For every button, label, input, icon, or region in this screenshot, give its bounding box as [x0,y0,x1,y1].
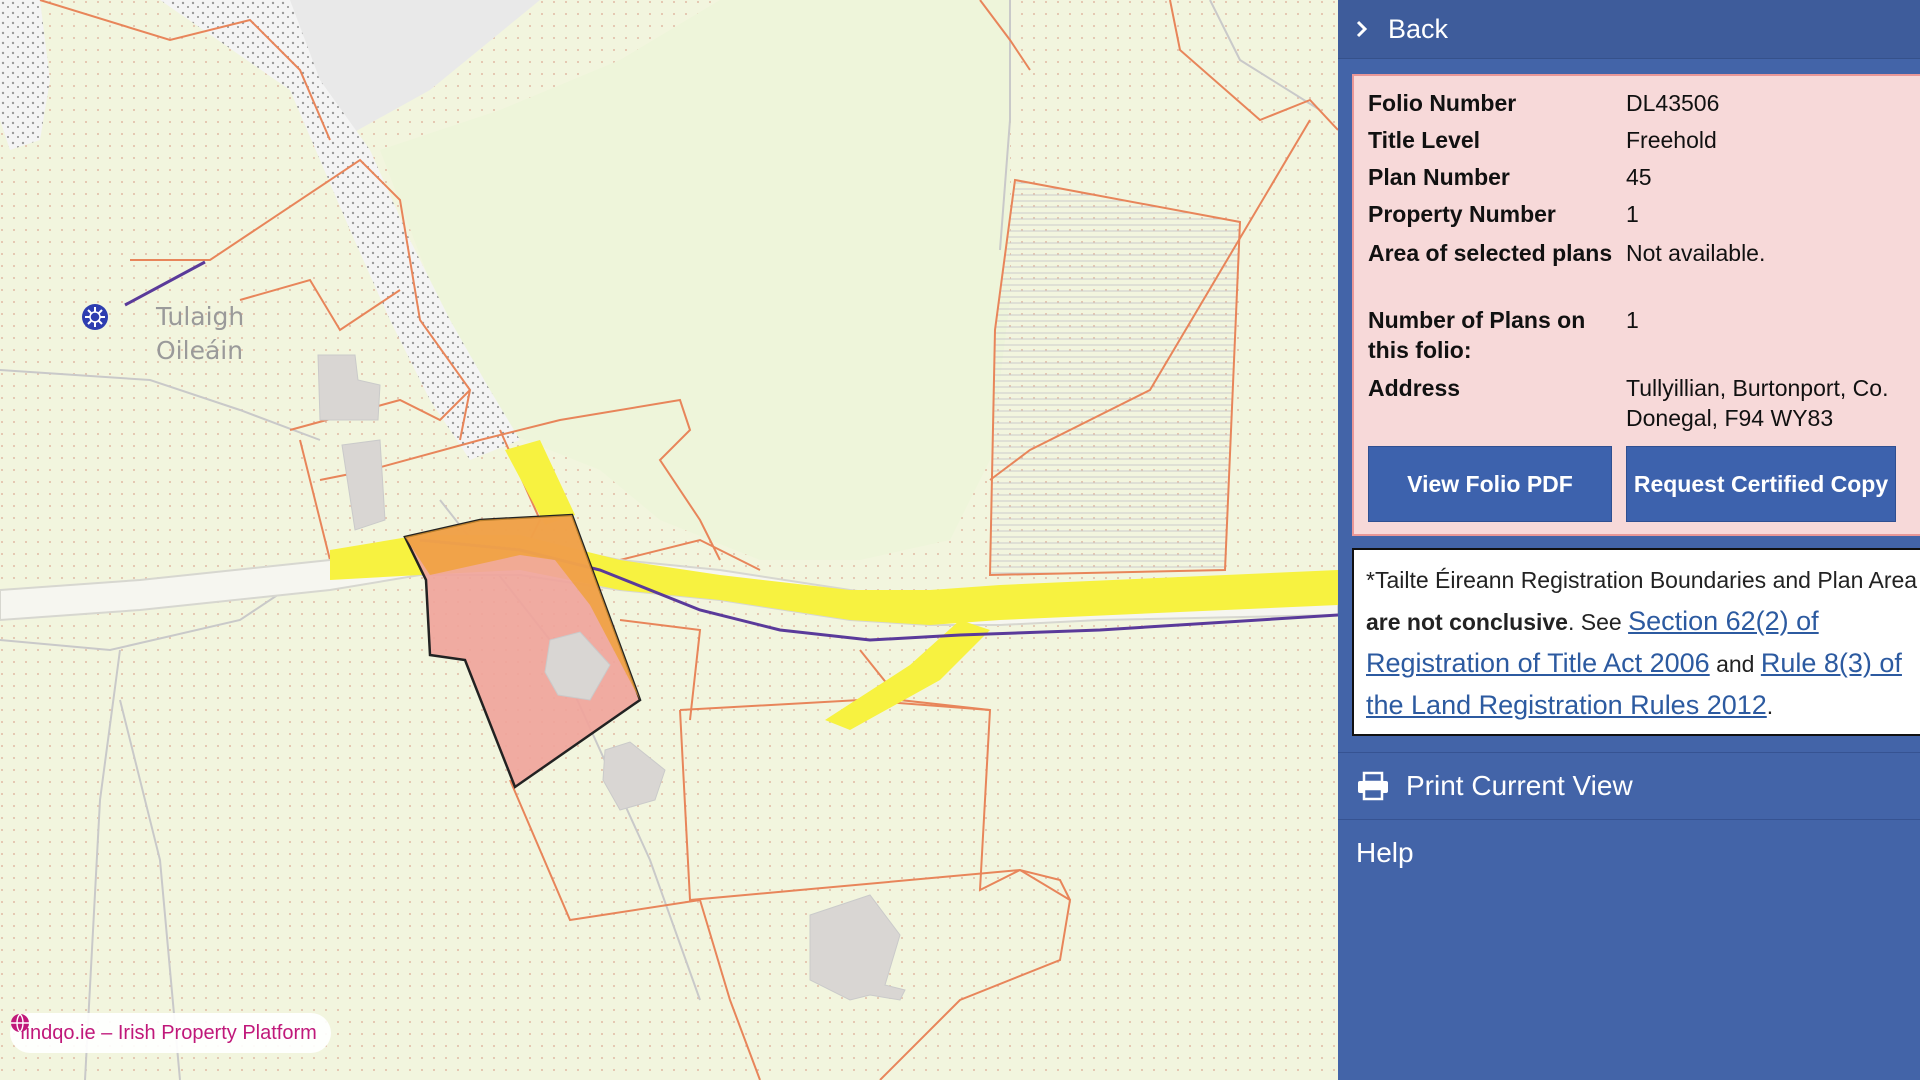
detail-key: Folio Number [1368,90,1517,116]
detail-key: Title Level [1368,127,1481,153]
detail-value: Freehold [1626,127,1717,153]
detail-value: DL43506 [1626,90,1720,116]
folio-details: Folio Number DL43506 Title Level Freehol… [1352,74,1920,536]
detail-value: 45 [1626,164,1652,190]
detail-key: Property Number [1368,201,1556,227]
help-label: Help [1356,837,1414,868]
notice-middle: . See [1567,609,1629,635]
poi-icon[interactable] [80,302,110,332]
help-button[interactable]: Help [1338,820,1920,886]
detail-value: 1 [1626,307,1639,333]
notice-bold: are not conclusive [1366,609,1568,635]
map-view[interactable]: Tulaigh Oileáin findqo.ie – Irish Proper… [0,0,1338,1080]
print-current-view-button[interactable]: Print Current View [1338,752,1920,820]
detail-key: Address [1368,375,1461,401]
request-certified-copy-button[interactable]: Request Certified Copy [1626,446,1896,522]
map-canvas[interactable] [0,0,1338,1080]
notice-suffix: . [1766,693,1774,719]
detail-key: Area of selected plans [1368,240,1613,266]
attribution-text: findqo.ie – Irish Property Platform [20,1021,317,1044]
print-label: Print Current View [1406,770,1633,801]
notice-prefix: *Tailte Éireann Registration Boundaries … [1366,567,1918,593]
hatched-field [988,178,1242,577]
detail-key: Plan Number [1368,164,1510,190]
back-button[interactable]: Back [1338,0,1920,59]
view-folio-pdf-button[interactable]: View Folio PDF [1368,446,1612,522]
detail-value: Not available. [1626,240,1766,266]
detail-value: Tullyillian, Burtonport, Co. Donegal, F9… [1626,375,1889,431]
detail-value: 1 [1626,201,1639,227]
globe-icon [11,1013,29,1033]
printer-icon [1358,771,1388,801]
folio-panel: Back Folio Number DL43506 Title Level Fr… [1338,0,1920,1080]
back-label: Back [1388,13,1449,44]
place-label: Tulaigh Oileáin [156,302,245,365]
chevron-right-icon [1342,0,1382,58]
detail-key: Number of Plans on this folio: [1368,307,1586,363]
attribution-badge[interactable]: findqo.ie – Irish Property Platform [10,1013,331,1053]
notice-and: and [1709,651,1761,677]
boundary-notice: *Tailte Éireann Registration Boundaries … [1352,548,1920,736]
